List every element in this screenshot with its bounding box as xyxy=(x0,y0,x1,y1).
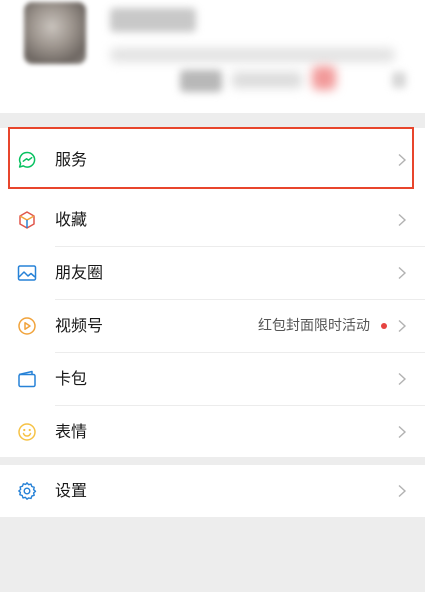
channels-promo-text: 红包封面限时活动 xyxy=(258,318,370,334)
settings-group: 设置 xyxy=(0,465,425,517)
settings-gear-icon xyxy=(16,480,38,502)
avatar[interactable] xyxy=(24,2,86,64)
menu-item-label: 视频号 xyxy=(55,316,104,335)
menu-item-label: 收藏 xyxy=(55,210,88,229)
chevron-right-icon xyxy=(397,266,407,280)
profile-name-blurred xyxy=(110,8,196,32)
menu-item-favorites[interactable]: 收藏 xyxy=(0,194,425,246)
sticker-smile-icon xyxy=(16,421,38,443)
menu-item-stickers[interactable]: 表情 xyxy=(0,406,425,458)
service-icon xyxy=(16,149,38,171)
menu-item-label: 朋友圈 xyxy=(55,263,104,282)
menu-item-settings[interactable]: 设置 xyxy=(0,465,425,517)
status-text-blurred xyxy=(232,72,302,88)
status-badge-blurred xyxy=(312,66,336,90)
chevron-right-icon xyxy=(397,213,407,227)
status-button-blurred[interactable] xyxy=(180,70,222,92)
menu-group: 服务 收藏 朋友圈 视频号 红包封面限时活动 卡包 表情 xyxy=(0,128,425,457)
chevron-right-icon xyxy=(397,484,407,498)
profile-id-blurred xyxy=(110,48,395,62)
card-wallet-icon xyxy=(16,368,38,390)
channels-play-icon xyxy=(16,315,38,337)
menu-item-label: 设置 xyxy=(55,481,88,500)
menu-item-label: 卡包 xyxy=(55,369,88,388)
menu-item-label: 服务 xyxy=(55,150,88,169)
chevron-right-icon xyxy=(397,372,407,386)
notification-dot xyxy=(381,323,387,329)
chevron-right-icon xyxy=(397,319,407,333)
chevron-right-icon xyxy=(397,153,407,167)
favorites-cube-icon xyxy=(16,209,38,231)
profile-header[interactable] xyxy=(0,0,425,113)
moments-picture-icon xyxy=(16,262,38,284)
menu-item-service[interactable]: 服务 xyxy=(0,134,425,186)
menu-item-card-wallet[interactable]: 卡包 xyxy=(0,353,425,405)
menu-item-channels[interactable]: 视频号 红包封面限时活动 xyxy=(0,300,425,352)
chevron-right-icon xyxy=(397,425,407,439)
menu-item-moments[interactable]: 朋友圈 xyxy=(0,247,425,299)
menu-item-label: 表情 xyxy=(55,422,88,441)
profile-chevron-blurred xyxy=(392,72,406,88)
